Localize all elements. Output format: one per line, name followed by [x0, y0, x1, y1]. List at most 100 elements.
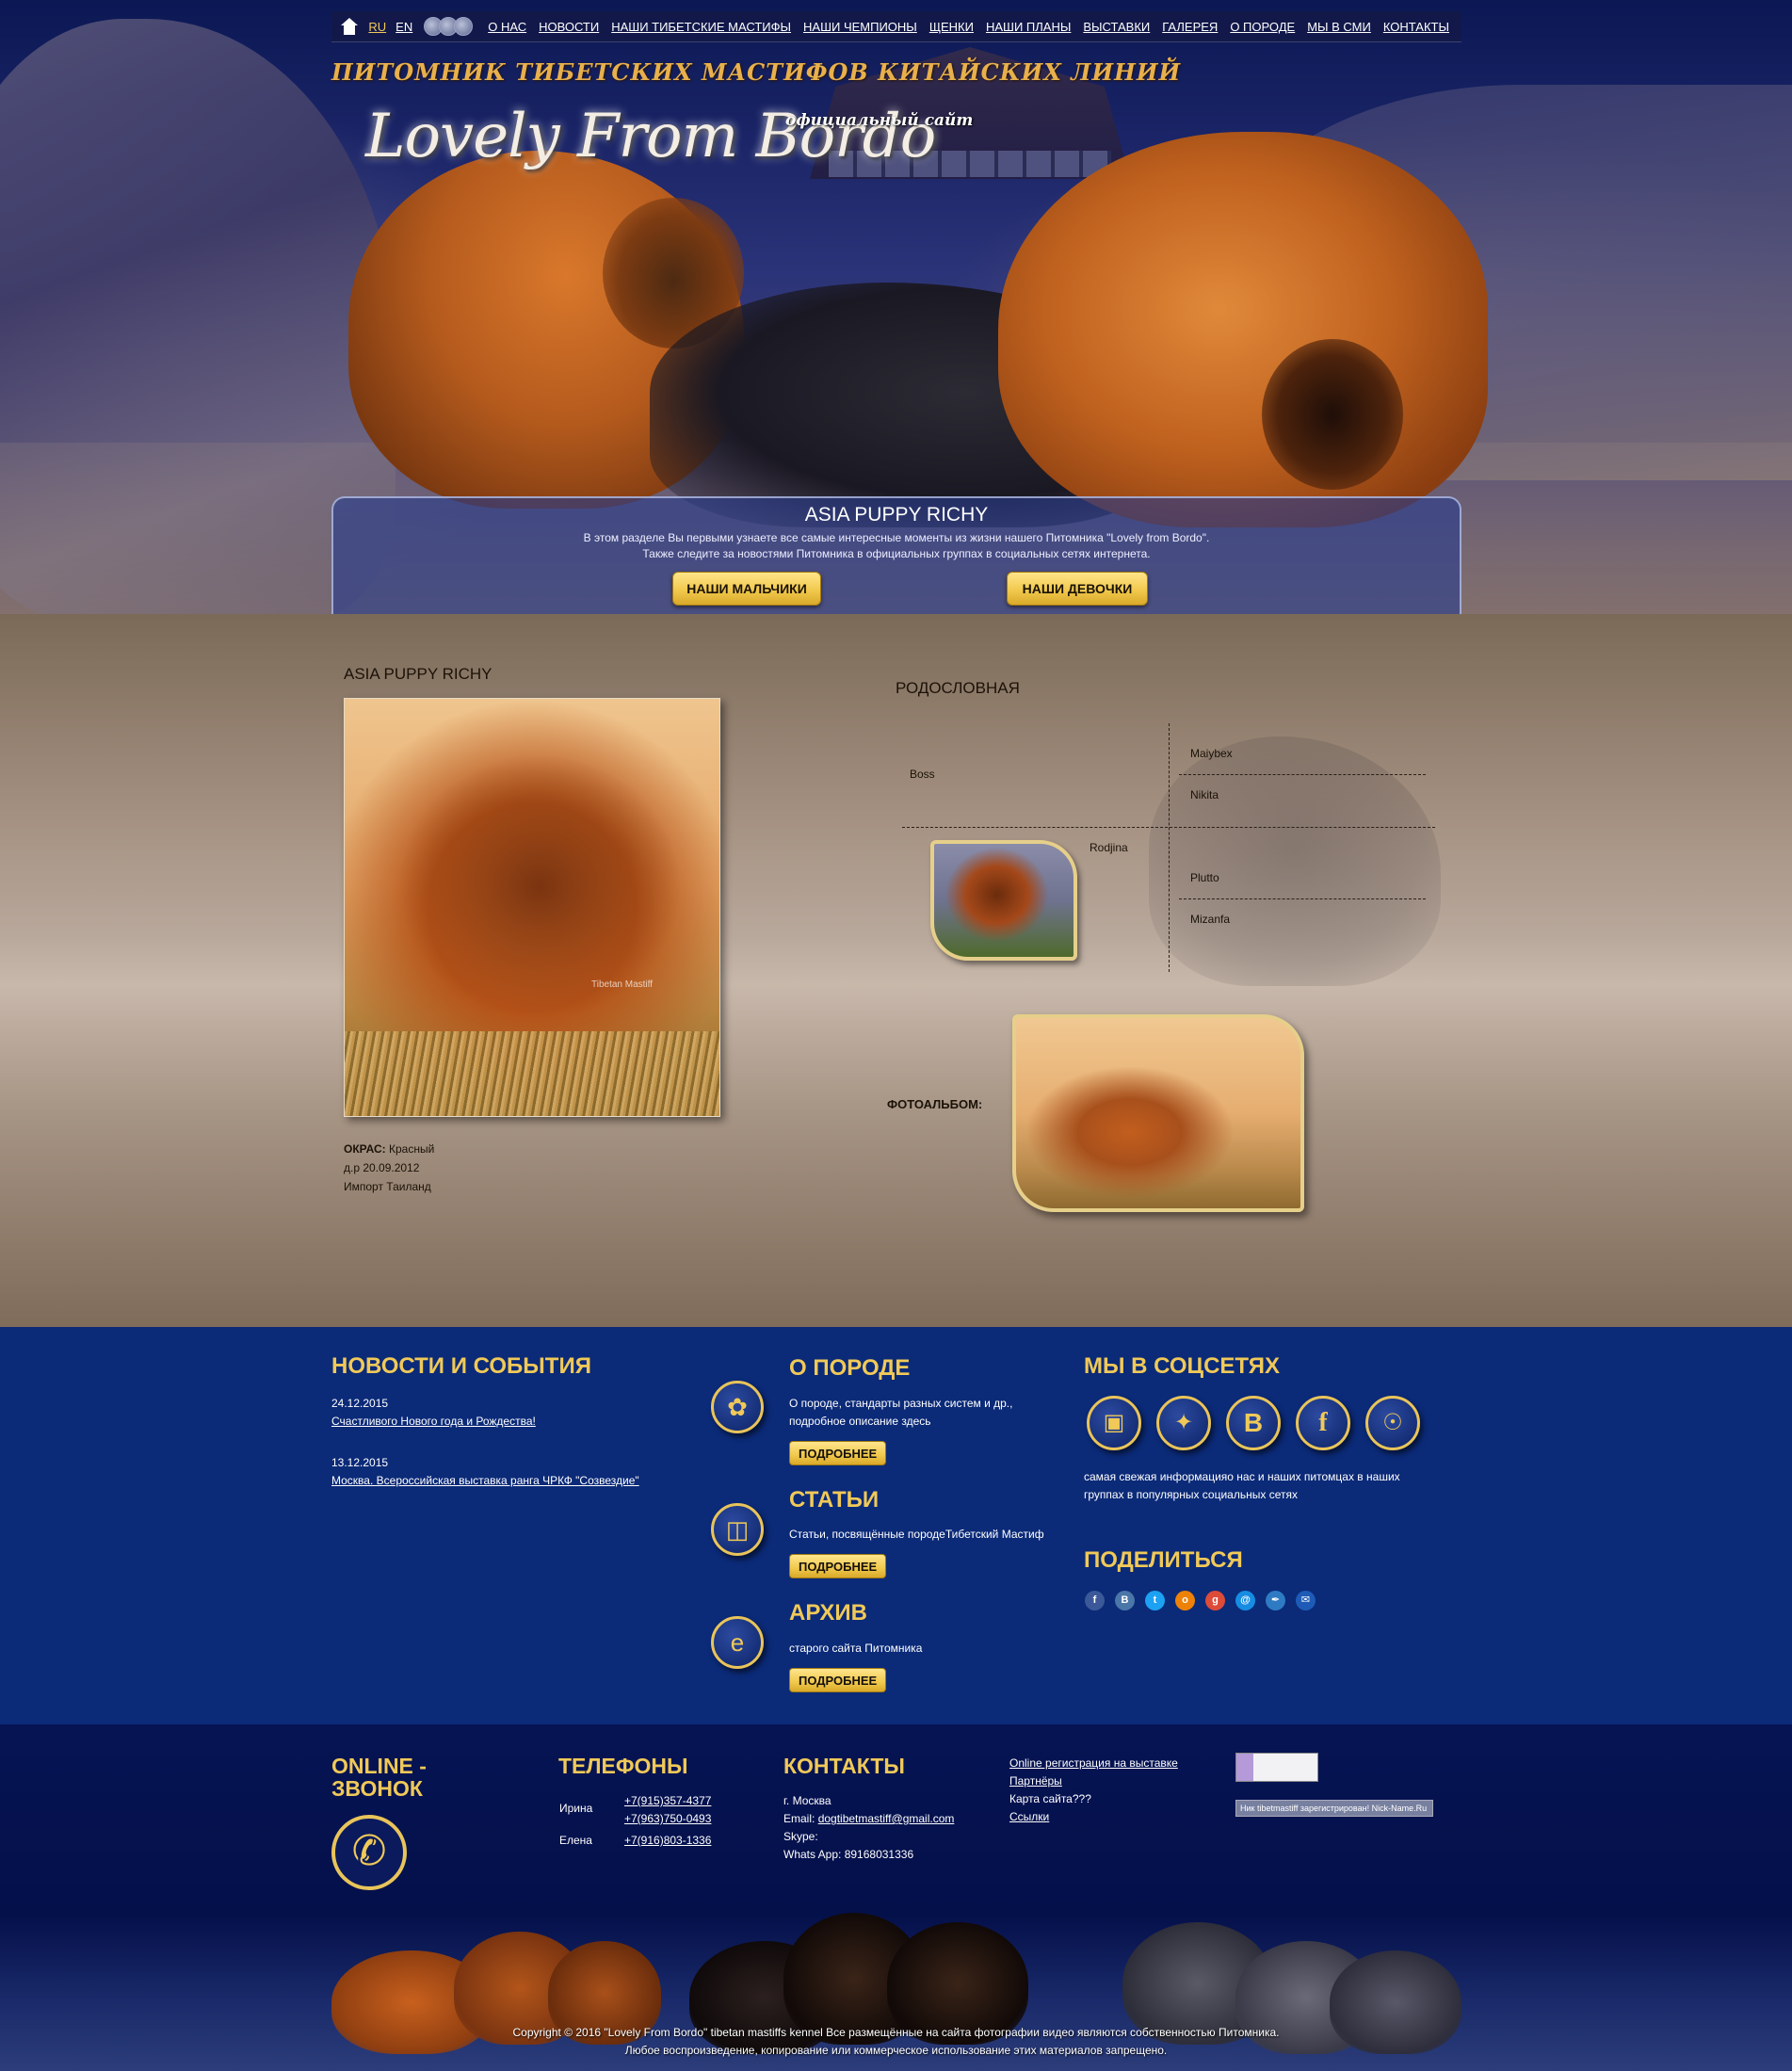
- album-photo[interactable]: [1012, 1014, 1304, 1212]
- our-boys-button[interactable]: НАШИ МАЛЬЧИКИ: [672, 572, 821, 606]
- dog-color: ОКРАС: Красный: [344, 1142, 434, 1156]
- pedigree-line: [1179, 898, 1426, 899]
- archive-more-button[interactable]: ПОДРОБНЕЕ: [789, 1668, 887, 1692]
- flag-icon[interactable]: [454, 17, 474, 36]
- odnoklassniki-icon[interactable]: o: [1175, 1591, 1195, 1610]
- nav-link-champions[interactable]: НАШИ ЧЕМПИОНЫ: [803, 20, 917, 34]
- email-icon[interactable]: ✉: [1296, 1591, 1316, 1610]
- news-link[interactable]: Счастливого Нового года и Рождества!: [331, 1413, 536, 1431]
- nav-link-about[interactable]: О НАС: [488, 20, 526, 34]
- nav-link-contacts[interactable]: КОНТАКТЫ: [1383, 20, 1449, 34]
- google-plus-icon[interactable]: g: [1205, 1591, 1225, 1610]
- phone-number[interactable]: +7(916)803-1336: [624, 1832, 711, 1850]
- footer-link-links[interactable]: Ссылки: [1009, 1808, 1049, 1826]
- nav-link-plans[interactable]: НАШИ ПЛАНЫ: [986, 20, 1071, 34]
- announce-text-2: Также следите за новостями Питомника в о…: [642, 547, 1151, 560]
- phone-number[interactable]: +7(963)750-0493: [624, 1810, 711, 1828]
- copyright: Copyright © 2016 "Lovely From Bordo" tib…: [0, 2024, 1792, 2060]
- color-label: ОКРАС:: [344, 1142, 386, 1156]
- copyright-line-2: Любое воспроизведение, копирование или к…: [624, 2044, 1168, 2057]
- official-site-label: официальный сайт: [785, 111, 974, 130]
- phone-icon[interactable]: ✆: [331, 1815, 407, 1890]
- book-icon[interactable]: ◫: [711, 1503, 764, 1556]
- footer-link-sitemap[interactable]: Карта сайта???: [1009, 1790, 1091, 1808]
- breed-text-1: О породе, стандарты разных систем и др.,: [789, 1397, 1013, 1410]
- album-label: ФОТОАЛЬБОМ:: [887, 1097, 983, 1111]
- photo-watermark: Tibetan Mastiff: [591, 979, 654, 990]
- language-flags: [424, 17, 474, 36]
- visit-counter[interactable]: [1235, 1753, 1318, 1782]
- articles-more-button[interactable]: ПОДРОБНЕЕ: [789, 1554, 887, 1578]
- our-girls-button[interactable]: НАШИ ДЕВОЧКИ: [1007, 572, 1148, 606]
- social-text-2: группах в популярных социальных сетях: [1084, 1488, 1298, 1501]
- callback-heading-2: ЗВОНОК: [331, 1776, 423, 1801]
- dog-main-photo[interactable]: Tibetan Mastiff: [344, 698, 720, 1117]
- lang-ru-link[interactable]: RU: [368, 20, 386, 34]
- nav-link-shows[interactable]: ВЫСТАВКИ: [1083, 20, 1150, 34]
- pedigree-sire[interactable]: Boss: [910, 768, 935, 781]
- breed-text-2: подробное описание здесь: [789, 1415, 931, 1428]
- top-navigation: RU EN О НАС НОВОСТИ НАШИ ТИБЕТСКИЕ МАСТИ…: [331, 11, 1461, 42]
- vk-icon[interactable]: B: [1115, 1591, 1135, 1610]
- dog-import: Импорт Таиланд: [344, 1180, 431, 1193]
- announce-title: ASIA PUPPY RICHY: [804, 504, 989, 526]
- callback-heading-1: ONLINE -: [331, 1754, 427, 1778]
- news-date: 13.12.2015: [331, 1456, 389, 1469]
- facebook-icon[interactable]: f: [1296, 1396, 1350, 1450]
- pedigree-title: РОДОСЛОВНАЯ: [896, 679, 1020, 697]
- contacts-heading: КОНТАКТЫ: [783, 1754, 905, 1778]
- mastiff-red-right: [998, 132, 1488, 527]
- pedigree-dam-dam[interactable]: Mizanfa: [1190, 913, 1230, 926]
- pedigree-dam[interactable]: Rodjina: [1090, 841, 1128, 854]
- phone-contact-name: Ирина: [559, 1802, 593, 1815]
- footer-link-registration[interactable]: Online регистрация на выставке: [1009, 1755, 1178, 1772]
- news-link[interactable]: Москва. Всероссийская выставка ранга ЧРК…: [331, 1472, 639, 1490]
- nav-link-our-mastiffs[interactable]: НАШИ ТИБЕТСКИЕ МАСТИФЫ: [611, 20, 791, 34]
- social-text-1: самая свежая информацияо нас и наших пит…: [1084, 1470, 1400, 1483]
- odnoklassniki-icon[interactable]: ☉: [1365, 1396, 1420, 1450]
- dam-thumbnail[interactable]: [930, 840, 1077, 961]
- contact-whatsapp: Whats App: 89168031336: [783, 1848, 914, 1861]
- twitter-icon[interactable]: ✦: [1156, 1396, 1211, 1450]
- pedigree-dam-sire[interactable]: Plutto: [1190, 871, 1219, 884]
- phone-number[interactable]: +7(915)357-4377: [624, 1792, 711, 1810]
- twitter-icon[interactable]: t: [1145, 1591, 1165, 1610]
- lang-en-link[interactable]: EN: [396, 20, 412, 34]
- livejournal-icon[interactable]: ✒: [1266, 1591, 1285, 1610]
- nav-link-media[interactable]: МЫ В СМИ: [1307, 20, 1371, 34]
- color-value: Красный: [388, 1142, 435, 1156]
- mailru-icon[interactable]: @: [1235, 1591, 1255, 1610]
- pedigree-line: [902, 827, 1435, 828]
- pedigree-line: [1179, 774, 1426, 775]
- browser-icon[interactable]: e: [711, 1616, 764, 1669]
- pedigree-sire-sire[interactable]: Maiybex: [1190, 747, 1233, 760]
- nickname-badge[interactable]: Ник tibetmastiff зарегистрирован! Nick-N…: [1235, 1800, 1433, 1817]
- contact-city: г. Москва: [783, 1794, 831, 1807]
- nav-links: О НАС НОВОСТИ НАШИ ТИБЕТСКИЕ МАСТИФЫ НАШ…: [488, 20, 1461, 34]
- nav-link-puppies[interactable]: ЩЕНКИ: [929, 20, 974, 34]
- articles-heading: СТАТЬИ: [789, 1487, 880, 1513]
- phones-heading: ТЕЛЕФОНЫ: [558, 1754, 688, 1778]
- breed-more-button[interactable]: ПОДРОБНЕЕ: [789, 1441, 887, 1465]
- home-icon[interactable]: [341, 18, 359, 35]
- news-heading: НОВОСТИ И СОБЫТИЯ: [331, 1353, 591, 1379]
- news-date: 24.12.2015: [331, 1397, 389, 1410]
- pedigree-sire-dam[interactable]: Nikita: [1190, 788, 1219, 801]
- instagram-icon[interactable]: ▣: [1087, 1396, 1141, 1450]
- vk-icon[interactable]: B: [1226, 1396, 1281, 1450]
- nav-link-breed[interactable]: О ПОРОДЕ: [1230, 20, 1295, 34]
- photo-grass: [345, 1031, 719, 1116]
- social-heading: МЫ В СОЦСЕТЯХ: [1084, 1353, 1281, 1379]
- archive-heading: АРХИВ: [789, 1600, 868, 1626]
- nav-link-gallery[interactable]: ГАЛЕРЕЯ: [1162, 20, 1218, 34]
- hero-header: RU EN О НАС НОВОСТИ НАШИ ТИБЕТСКИЕ МАСТИ…: [0, 0, 1792, 614]
- email-link[interactable]: dogtibetmastiff@gmail.com: [818, 1812, 955, 1825]
- archive-text: старого сайта Питомника: [789, 1642, 923, 1655]
- footer-link-partners[interactable]: Партнёры: [1009, 1772, 1062, 1790]
- nav-link-news[interactable]: НОВОСТИ: [539, 20, 599, 34]
- footer: ONLINE - ЗВОНОК ✆ ТЕЛЕФОНЫ Ирина +7(915)…: [0, 1724, 1792, 2071]
- facebook-icon[interactable]: f: [1085, 1591, 1105, 1610]
- paw-icon[interactable]: ✿: [711, 1381, 764, 1433]
- contact-skype: Skype:: [783, 1830, 818, 1843]
- dog-name: ASIA PUPPY RICHY: [344, 665, 492, 683]
